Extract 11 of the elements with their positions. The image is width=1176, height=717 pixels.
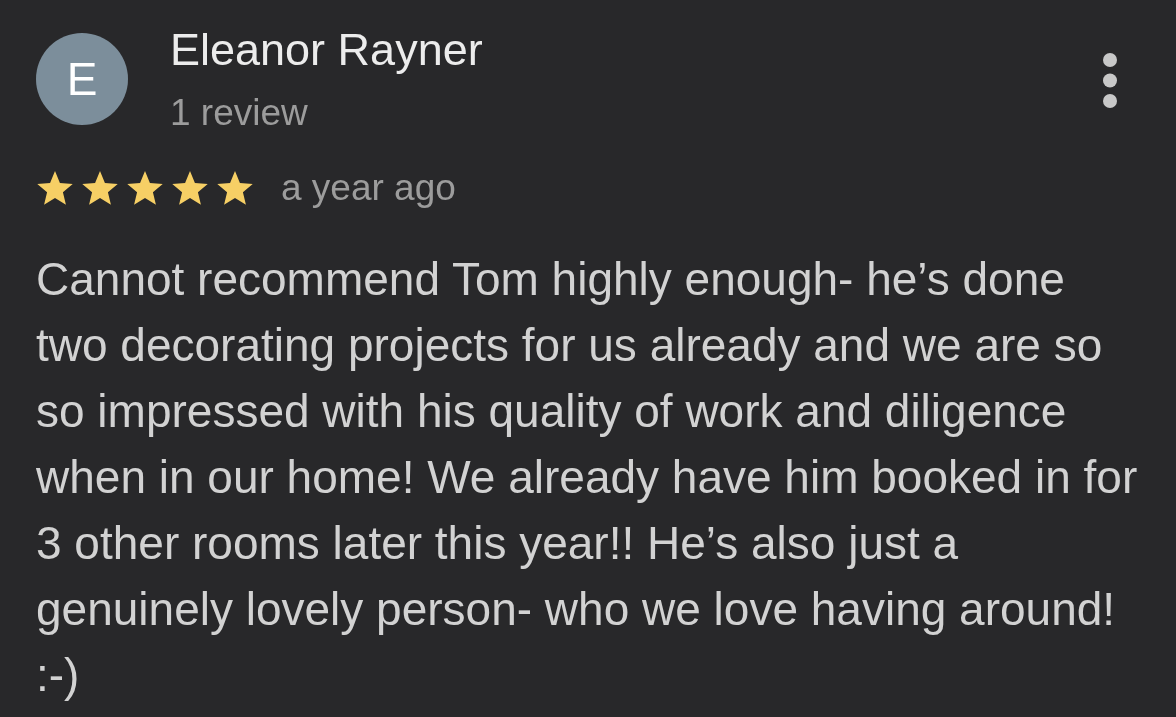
star-icon (81, 169, 119, 207)
star-icon (171, 169, 209, 207)
review-time: a year ago (281, 166, 456, 210)
more-options-icon[interactable] (1102, 52, 1118, 109)
review-text: Cannot recommend Tom highly enough- he’s done two decorating projects for us already and we are so so impressed with his quality of work and diligence when in our home! We already have him booked in for 3 other rooms later this year!! He’s also just a genuinely lovely person- who we love having around! :-) (36, 252, 1139, 703)
avatar: E (36, 33, 128, 125)
star-icon (36, 169, 74, 207)
review-count: 1 review (170, 91, 309, 135)
star-icon (126, 169, 164, 207)
author-name: Eleanor Rayner (170, 23, 484, 77)
star-icon (216, 169, 254, 207)
